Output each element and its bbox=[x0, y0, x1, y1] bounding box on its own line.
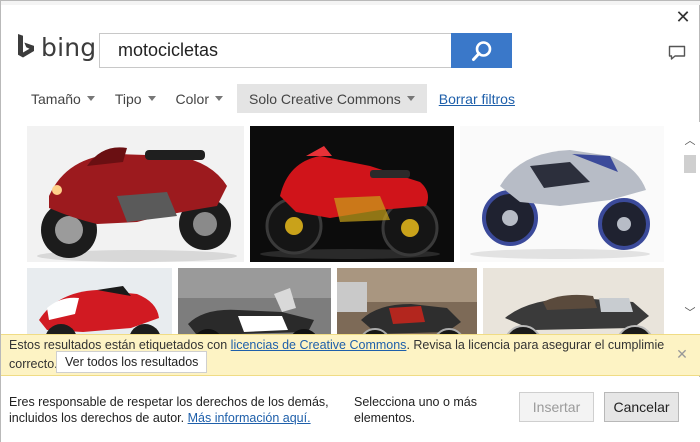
results-scrollbar[interactable]: ︿ ﹀ bbox=[680, 122, 700, 334]
feedback-icon[interactable] bbox=[668, 45, 686, 61]
motorcycle-image bbox=[27, 268, 172, 334]
search-icon bbox=[471, 40, 491, 61]
bing-wordmark: bing bbox=[41, 32, 97, 62]
infobar-message-line2: correcto. bbox=[9, 357, 58, 371]
result-silver-blue-concept-bike[interactable] bbox=[460, 126, 664, 262]
background-strip bbox=[1, 1, 700, 5]
scroll-up-icon[interactable]: ︿ bbox=[683, 134, 697, 148]
infobar-close-icon[interactable]: ✕ bbox=[675, 347, 689, 361]
filter-bar: Tamaño Tipo Color Solo Creative Commons … bbox=[21, 84, 515, 113]
chevron-down-icon bbox=[86, 96, 95, 101]
bing-logo: bing bbox=[17, 32, 97, 62]
cancel-button[interactable]: Cancelar bbox=[604, 392, 679, 422]
insert-images-dialog: ✕ bing Tamaño Tipo Color bbox=[0, 0, 700, 442]
filter-license-label: Solo Creative Commons bbox=[249, 90, 401, 107]
result-black-white-cruiser[interactable] bbox=[178, 268, 331, 334]
copyright-notice: Eres responsable de respetar los derecho… bbox=[9, 394, 329, 426]
filter-size-label: Tamaño bbox=[31, 90, 81, 107]
scroll-down-icon[interactable]: ﹀ bbox=[683, 306, 697, 320]
creative-commons-licenses-link[interactable]: licencias de Creative Commons bbox=[231, 338, 407, 352]
view-all-results-button[interactable]: Ver todos los resultados bbox=[56, 351, 208, 373]
image-results-grid bbox=[1, 122, 677, 334]
motorcycle-image bbox=[178, 268, 331, 334]
chevron-down-icon bbox=[406, 96, 415, 101]
bing-b-icon bbox=[18, 34, 34, 58]
chevron-down-icon bbox=[215, 96, 223, 101]
insert-button[interactable]: Insertar bbox=[519, 392, 594, 422]
more-info-link[interactable]: Más información aquí. bbox=[188, 411, 311, 425]
motorcycle-image bbox=[483, 268, 664, 334]
search-button[interactable] bbox=[451, 33, 512, 68]
dialog-footer: Eres responsable de respetar los derecho… bbox=[1, 377, 700, 442]
result-red-white-superbike[interactable] bbox=[27, 268, 172, 334]
result-vintage-red-motorcycle[interactable] bbox=[337, 268, 477, 334]
motorcycle-image bbox=[337, 268, 477, 334]
filter-license-dropdown[interactable]: Solo Creative Commons bbox=[237, 84, 427, 113]
selection-hint: Selecciona uno o más elementos. bbox=[354, 395, 477, 425]
result-red-sport-bike-black-bg[interactable] bbox=[250, 126, 454, 262]
creative-commons-infobar: Estos resultados están etiquetados con l… bbox=[1, 334, 700, 376]
search-field[interactable] bbox=[99, 33, 452, 68]
motorcycle-image bbox=[460, 126, 664, 262]
infobar-message: Estos resultados están etiquetados con l… bbox=[9, 338, 664, 352]
infobar-text-after: . Revisa la licencia para asegurar el cu… bbox=[406, 338, 664, 352]
filter-size-dropdown[interactable]: Tamaño bbox=[21, 84, 105, 113]
motorcycle-image bbox=[27, 126, 244, 262]
scrollbar-thumb[interactable] bbox=[684, 155, 696, 173]
filter-type-dropdown[interactable]: Tipo bbox=[105, 84, 166, 113]
chevron-down-icon bbox=[147, 96, 156, 101]
result-red-touring-motorcycle[interactable] bbox=[27, 126, 244, 262]
infobar-text-before: Estos resultados están etiquetados con bbox=[9, 338, 231, 352]
filter-type-label: Tipo bbox=[114, 90, 142, 107]
motorcycle-image bbox=[250, 126, 454, 262]
search-input[interactable] bbox=[100, 34, 452, 67]
result-classic-chrome-motorcycle[interactable] bbox=[483, 268, 664, 334]
filter-color-dropdown[interactable]: Color bbox=[166, 84, 233, 113]
clear-filters-link[interactable]: Borrar filtros bbox=[439, 91, 515, 107]
filter-color-label: Color bbox=[175, 90, 209, 107]
dialog-close-icon[interactable]: ✕ bbox=[674, 8, 692, 26]
